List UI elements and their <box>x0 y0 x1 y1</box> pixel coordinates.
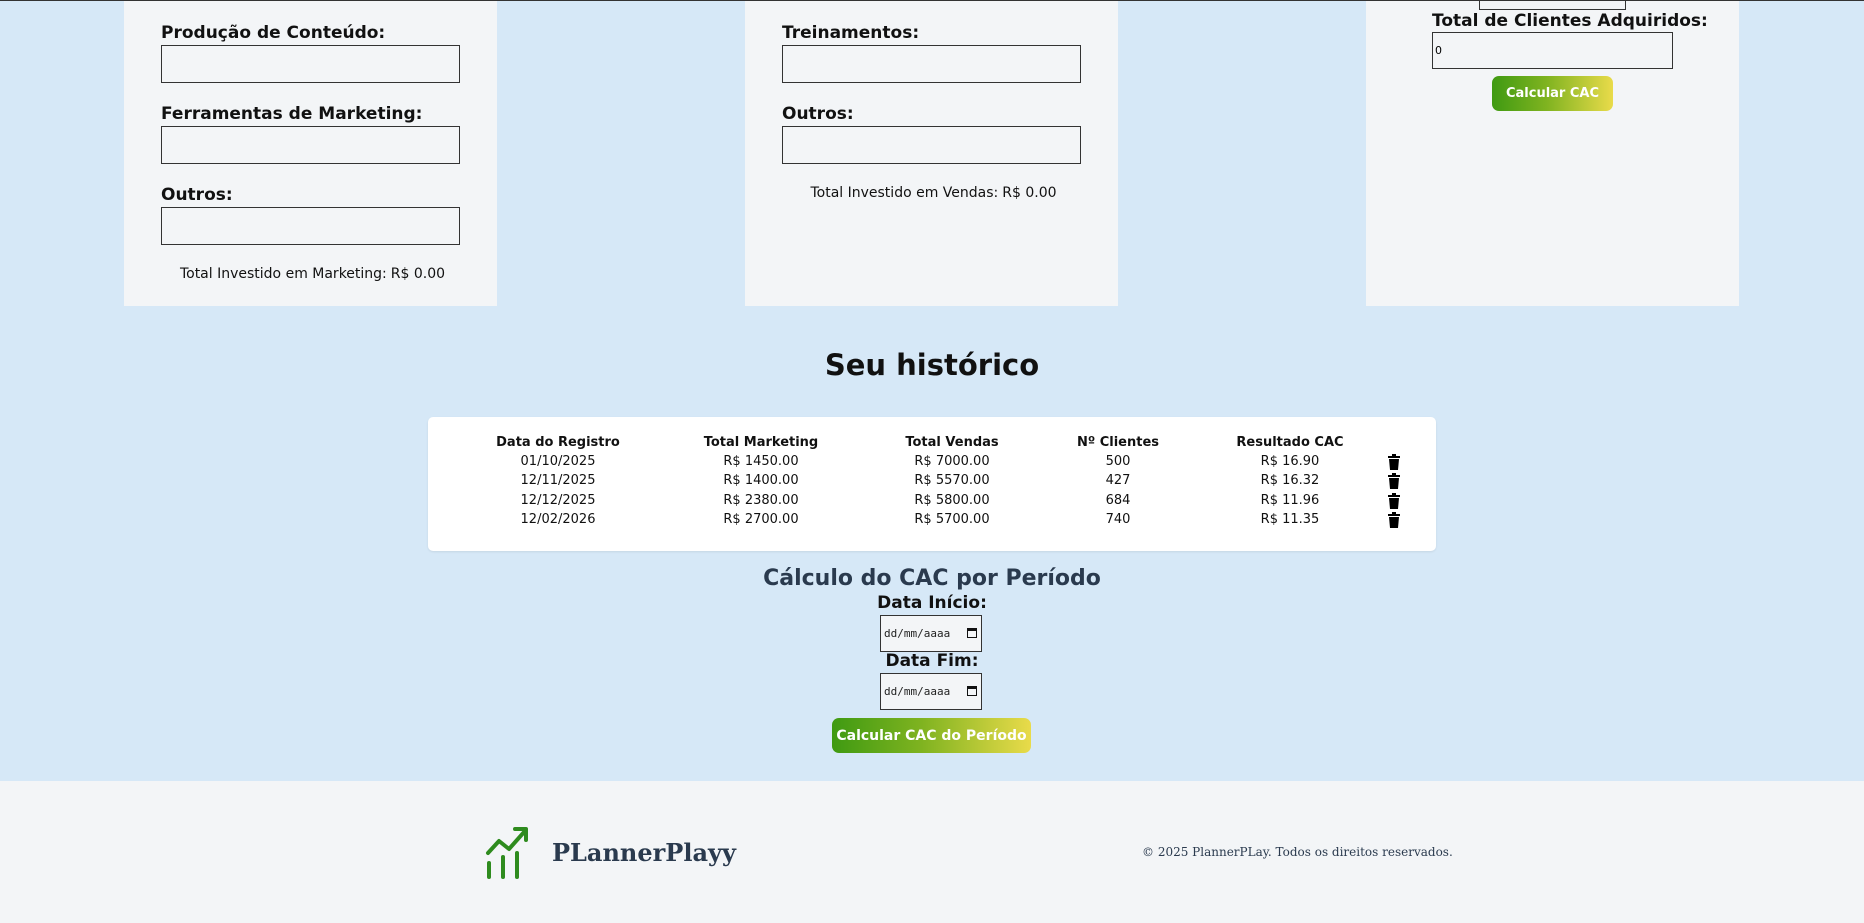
cell-cac: R$ 11.35 <box>1260 512 1320 527</box>
total-marketing-label: Total Investido em Marketing: <box>179 266 387 282</box>
header-num-clientes: Nº Clientes <box>1076 435 1160 450</box>
cell-clientes: 740 <box>1105 512 1131 527</box>
cell-marketing: R$ 1450.00 <box>723 454 799 469</box>
historico-title: Seu histórico <box>824 348 1040 382</box>
footer-copyright: © 2025 PlannerPLay. Todos os direitos re… <box>1142 845 1453 859</box>
header-total-marketing: Total Marketing <box>703 435 819 450</box>
periodo-title: Cálculo do CAC por Período <box>763 566 1101 591</box>
footer: PLannerPlayy © 2025 PlannerPLay. Todos o… <box>0 781 1864 923</box>
total-vendas-label: Total Investido em Vendas: <box>810 185 999 201</box>
cell-clientes: 500 <box>1105 454 1131 469</box>
total-vendas-value: R$ 0.00 <box>1002 185 1057 201</box>
calendar-icon[interactable] <box>967 686 977 696</box>
cell-data: 12/12/2025 <box>520 493 596 508</box>
vendas-card: Treinamentos: Outros: Total Investido em… <box>745 1 1118 306</box>
cell-data: 12/11/2025 <box>520 473 596 488</box>
total-vendas: Total Investido em Vendas: R$ 0.00 <box>745 185 1118 201</box>
calendar-icon[interactable] <box>967 628 977 638</box>
outros-marketing-input[interactable] <box>161 207 460 245</box>
cell-marketing: R$ 1400.00 <box>723 473 799 488</box>
total-clientes-label: Total de Clientes Adquiridos: <box>1432 11 1708 31</box>
data-fim-input[interactable]: dd/mm/aaaa <box>880 673 982 710</box>
trash-icon[interactable] <box>1387 512 1401 528</box>
cell-vendas: R$ 5570.00 <box>914 473 990 488</box>
data-inicio-placeholder: dd/mm/aaaa <box>884 627 951 640</box>
cell-clientes: 684 <box>1105 493 1131 508</box>
footer-brand: PLannerPlayy <box>552 838 736 867</box>
ferramentas-marketing-input[interactable] <box>161 126 460 164</box>
trash-icon[interactable] <box>1387 454 1401 470</box>
calcular-cac-periodo-button[interactable]: Calcular CAC do Período <box>832 718 1031 753</box>
calcular-cac-button[interactable]: Calcular CAC <box>1492 76 1613 111</box>
trash-icon[interactable] <box>1387 473 1401 489</box>
total-clientes-input[interactable] <box>1432 32 1673 69</box>
cell-marketing: R$ 2700.00 <box>723 512 799 527</box>
outros-vendas-label: Outros: <box>782 104 854 124</box>
trash-icon[interactable] <box>1387 493 1401 509</box>
cell-data: 01/10/2025 <box>520 454 596 469</box>
marketing-card: Produção de Conteúdo: Ferramentas de Mar… <box>124 1 497 306</box>
total-marketing: Total Investido em Marketing: R$ 0.00 <box>124 266 497 282</box>
header-resultado-cac: Resultado CAC <box>1236 435 1344 450</box>
total-marketing-value: R$ 0.00 <box>390 266 446 282</box>
cell-cac: R$ 11.96 <box>1260 493 1320 508</box>
producao-conteudo-input[interactable] <box>161 45 460 83</box>
previous-input-edge[interactable] <box>1479 0 1626 10</box>
data-fim-label: Data Fim: <box>885 651 979 671</box>
outros-marketing-label: Outros: <box>161 185 233 205</box>
growth-chart-icon <box>486 827 528 879</box>
treinamentos-input[interactable] <box>782 45 1081 83</box>
clientes-card: Total de Clientes Adquiridos: Calcular C… <box>1366 0 1739 306</box>
cell-vendas: R$ 7000.00 <box>914 454 990 469</box>
outros-vendas-input[interactable] <box>782 126 1081 164</box>
ferramentas-marketing-label: Ferramentas de Marketing: <box>161 104 423 124</box>
cell-vendas: R$ 5800.00 <box>914 493 990 508</box>
data-fim-placeholder: dd/mm/aaaa <box>884 685 951 698</box>
cell-clientes: 427 <box>1105 473 1131 488</box>
cell-cac: R$ 16.32 <box>1260 473 1320 488</box>
cell-cac: R$ 16.90 <box>1260 454 1320 469</box>
producao-conteudo-label: Produção de Conteúdo: <box>161 23 386 43</box>
cell-vendas: R$ 5700.00 <box>914 512 990 527</box>
header-data-registro: Data do Registro <box>496 435 620 450</box>
cell-marketing: R$ 2380.00 <box>723 493 799 508</box>
data-inicio-label: Data Início: <box>877 593 987 613</box>
cell-data: 12/02/2026 <box>520 512 596 527</box>
header-total-vendas: Total Vendas <box>905 435 999 450</box>
treinamentos-label: Treinamentos: <box>782 23 920 43</box>
historico-table: Data do Registro Total Marketing Total V… <box>428 417 1436 551</box>
data-inicio-input[interactable]: dd/mm/aaaa <box>880 615 982 652</box>
